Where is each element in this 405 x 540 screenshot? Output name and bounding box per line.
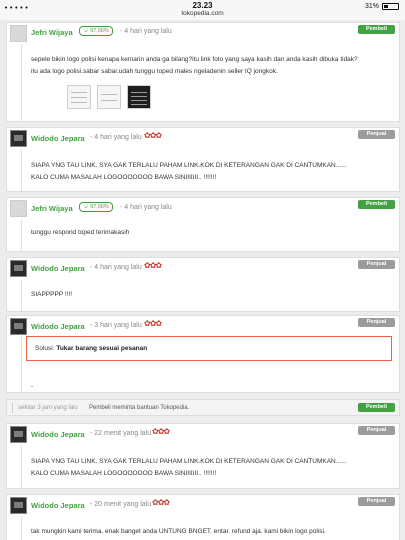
comment-text: KALO CUMA MASALAH LOGOOOOOOO BAWA SINIII…	[31, 470, 217, 477]
comment-card: Widodo Jepara - 4 hari yang lalu ✿✿✿ Pen…	[6, 257, 400, 312]
clock: 23.23	[192, 1, 213, 10]
reputation-badge: ☺ 97,06%	[79, 202, 113, 212]
attachment-thumbnail[interactable]	[97, 85, 121, 109]
reputation-badge: ☺ 97,06%	[79, 26, 113, 36]
comment-time: - 4 hari yang lalu	[120, 204, 172, 211]
comment-card: Jefri Wijaya ☺ 97,06% - 4 hari yang lalu…	[6, 22, 400, 122]
battery-icon	[382, 3, 399, 10]
comment-body: SIAPPPPP !!!!	[21, 279, 385, 311]
avatar[interactable]	[10, 318, 27, 335]
commenter-name[interactable]: Widodo Jepara	[31, 264, 85, 273]
comment-text: tak mungkin kami terima. enak banget and…	[31, 528, 326, 535]
solution-box: Solusi: Tukar barang sesuai pesanan	[26, 336, 392, 361]
comment-text: tunggu respond toped terimakasih	[31, 229, 130, 236]
event-text: Pembeli meminta bantuan Tokopedia.	[89, 405, 190, 411]
comment-card: Widodo Jepara - 22 menit yang lalu ✿✿✿ P…	[6, 423, 400, 489]
address-bar[interactable]: tokopedia.com	[0, 10, 405, 17]
comment-card: Widodo Jepara - 4 hari yang lalu ✿✿✿ Pen…	[6, 127, 400, 192]
medal-icon: ✿✿✿	[152, 498, 170, 507]
comment-card: Widodo Jepara - 20 menit yang lalu ✿✿✿ P…	[6, 494, 400, 540]
role-badge: Penjual	[358, 318, 395, 327]
battery-status: 31%	[365, 3, 399, 10]
commenter-name[interactable]: Jefri Wijaya	[31, 28, 73, 37]
avatar[interactable]	[10, 497, 27, 514]
comment-card: Jefri Wijaya ☺ 97,06% - 4 hari yang lalu…	[6, 197, 400, 252]
comment-body: tunggu respond toped terimakasih	[21, 219, 385, 251]
medal-icon: ✿✿✿	[144, 261, 162, 270]
solution-label: Solusi:	[35, 345, 55, 352]
role-badge: Penjual	[358, 130, 395, 139]
medal-icon: ✿✿✿	[152, 427, 170, 436]
attachment-thumbnail[interactable]	[127, 85, 151, 109]
avatar[interactable]	[10, 260, 27, 277]
avatar[interactable]	[10, 426, 27, 443]
role-badge: Pembeli	[358, 200, 395, 209]
role-badge: Pembeli	[358, 403, 395, 412]
system-event-row: sekitar 3 jam yang lalu Pembeli meminta …	[6, 399, 400, 416]
comment-text: SIAPA YNG TAU LINK. SYA GAK TERLALU PAHA…	[31, 162, 347, 169]
event-time: sekitar 3 jam yang lalu	[18, 405, 78, 411]
comment-time: - 22 menit yang lalu	[90, 430, 152, 437]
commenter-name[interactable]: Widodo Jepara	[31, 134, 85, 143]
role-badge: Penjual	[358, 426, 395, 435]
comment-body: SIAPA YNG TAU LINK. SYA GAK TERLALU PAHA…	[21, 149, 385, 191]
comment-text: KALO CUMA MASALAH LOGOOOOOOO BAWA SINIII…	[31, 174, 217, 181]
role-badge: Penjual	[358, 497, 395, 506]
battery-percent: 31%	[364, 3, 379, 10]
avatar[interactable]	[10, 25, 27, 42]
comment-body: tak mungkin kami terima. enak banget and…	[21, 516, 385, 540]
attachment-thumbnails	[67, 85, 151, 109]
attachment-thumbnail[interactable]	[67, 85, 91, 109]
commenter-name[interactable]: Widodo Jepara	[31, 430, 85, 439]
commenter-name[interactable]: Widodo Jepara	[31, 322, 85, 331]
avatar[interactable]	[10, 130, 27, 147]
commenter-name[interactable]: Widodo Jepara	[31, 501, 85, 510]
medal-icon: ✿✿✿	[144, 319, 162, 328]
comment-text: SIAPA YNG TAU LINK. SYA GAK TERLALU PAHA…	[31, 458, 347, 465]
comment-time: - 4 hari yang lalu	[120, 28, 172, 35]
status-bar: ••••• 23.23 tokopedia.com 31%	[0, 0, 405, 20]
comment-text: -	[31, 383, 34, 390]
avatar[interactable]	[10, 200, 27, 217]
comment-time: - 4 hari yang lalu	[90, 134, 142, 141]
comment-time: - 20 menit yang lalu	[90, 501, 152, 508]
commenter-name[interactable]: Jefri Wijaya	[31, 204, 73, 213]
comment-text: SIAPPPPP !!!!	[31, 291, 73, 298]
role-badge: Pembeli	[358, 25, 395, 34]
discussion-thread: Jefri Wijaya ☺ 97,06% - 4 hari yang lalu…	[0, 20, 405, 540]
comment-body: SIAPA YNG TAU LINK. SYA GAK TERLALU PAHA…	[21, 445, 385, 488]
comment-text: itu ada logo polisi.sabar sabar.udah tun…	[31, 68, 278, 75]
solution-value: Tukar barang sesuai pesanan	[56, 345, 148, 352]
medal-icon: ✿✿✿	[144, 131, 162, 140]
comment-time: - 4 hari yang lalu	[90, 264, 142, 271]
role-badge: Penjual	[358, 260, 395, 269]
comment-text: sepele bikin logo polisi kenapa kemarin …	[31, 56, 358, 63]
comment-time: - 3 hari yang lalu	[90, 322, 142, 329]
comment-body: sepele bikin logo polisi kenapa kemarin …	[21, 44, 385, 121]
